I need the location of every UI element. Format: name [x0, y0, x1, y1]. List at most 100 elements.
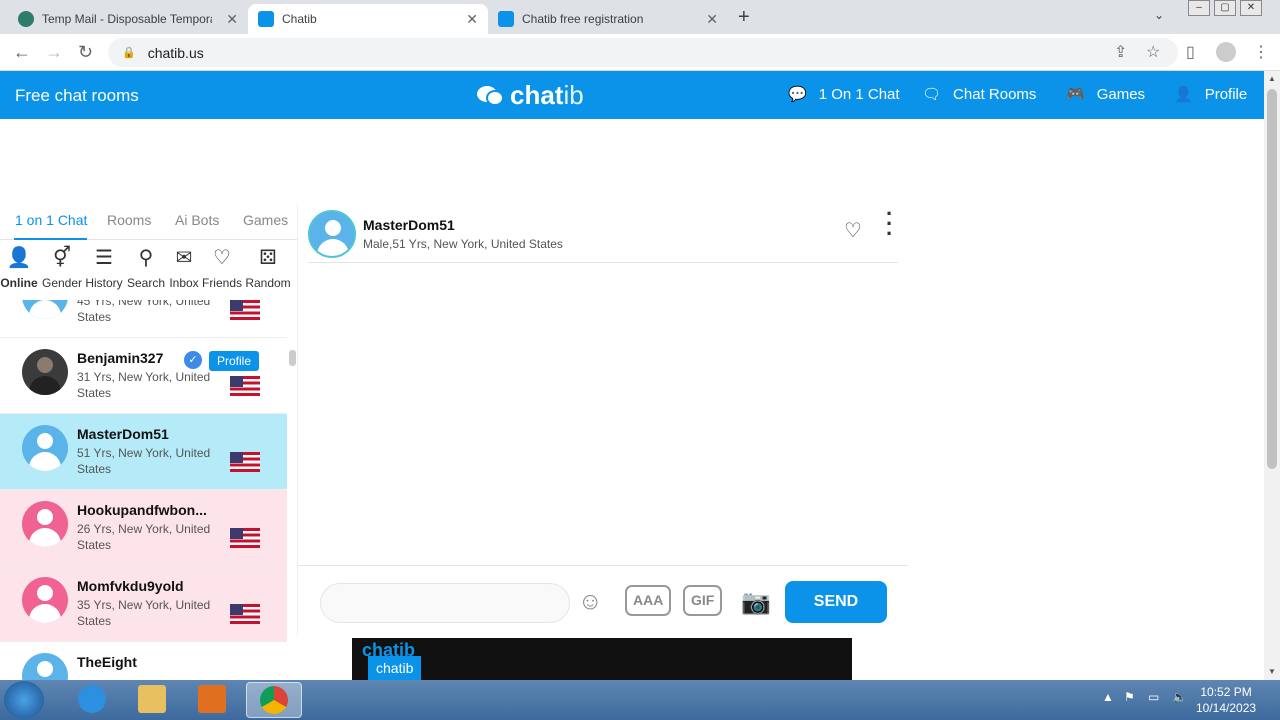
reload-icon[interactable]: ↻	[78, 42, 93, 63]
message-input[interactable]	[320, 583, 570, 623]
history-button[interactable]: ☰ History	[84, 244, 124, 290]
online-filter-button[interactable]: 👤 Online	[0, 244, 38, 290]
user-list-scroll-thumb[interactable]	[289, 350, 296, 366]
nav-one-on-one-chat[interactable]: 💬 1 On 1 Chat	[788, 85, 900, 104]
scroll-down-arrow-icon[interactable]: ▼	[1268, 667, 1276, 676]
gender-icon: ⚥	[52, 247, 72, 269]
inbox-button[interactable]: ✉ Inbox	[168, 244, 200, 290]
internet-explorer-taskbar-button[interactable]	[64, 682, 120, 718]
gif-button[interactable]: GIF	[683, 585, 723, 616]
list-item[interactable]: 45 Yrs, New York, United States	[0, 300, 287, 338]
online-user-icon: 👤	[6, 247, 32, 269]
explorer-taskbar-button[interactable]	[124, 682, 180, 718]
send-button[interactable]: SEND	[785, 581, 887, 623]
user-list-scrollbar[interactable]	[288, 300, 297, 680]
windows-taskbar: ▲ ⚑ ▭ 🔈 10:52 PM 10/14/2023	[0, 680, 1280, 720]
close-window-button[interactable]: ✕	[1240, 0, 1262, 16]
list-item[interactable]: TheEight	[0, 642, 287, 680]
volume-muted-icon[interactable]: 🔈	[1172, 690, 1187, 704]
list-item[interactable]: Momfvkdu9yold 35 Yrs, New York, United S…	[0, 566, 287, 642]
chatib-favicon-icon	[498, 11, 514, 27]
us-flag-icon	[230, 528, 260, 548]
show-hidden-icons[interactable]: ▲	[1102, 690, 1114, 704]
gamepad-icon: 🎮	[1066, 86, 1085, 103]
ie-icon	[78, 685, 106, 713]
user-icon: 👤	[1174, 86, 1193, 103]
scroll-up-arrow-icon[interactable]: ▲	[1268, 74, 1276, 83]
nav-chat-rooms[interactable]: 🗨 Chat Rooms	[922, 85, 1036, 104]
tab-rooms[interactable]: Rooms	[107, 212, 151, 228]
emoji-icon[interactable]: ☺	[578, 588, 603, 616]
page-scroll-thumb[interactable]	[1267, 89, 1277, 469]
browser-tab-chatib[interactable]: Chatib ✕	[248, 4, 488, 34]
side-panel-icon[interactable]: ▯	[1186, 42, 1195, 62]
bookmark-star-icon[interactable]: ☆	[1146, 42, 1160, 62]
mail-icon: ✉	[175, 247, 193, 269]
view-profile-button[interactable]: Profile	[209, 351, 260, 371]
avatar	[22, 425, 68, 471]
random-button[interactable]: ⚄ Random	[244, 244, 292, 290]
avatar[interactable]	[308, 210, 356, 258]
close-tab-icon[interactable]: ✕	[226, 11, 238, 28]
camera-icon[interactable]: 📷	[741, 588, 771, 617]
network-icon[interactable]: ▭	[1148, 690, 1159, 704]
avatar	[22, 501, 68, 547]
chat-panel: MasterDom51 Male,51 Yrs, New York, Unite…	[297, 203, 908, 635]
address-bar: ← → ↻ 🔒 chatib.us ⇪ ☆ ▯ ⋮	[0, 34, 1280, 71]
list-item-selected[interactable]: MasterDom51 51 Yrs, New York, United Sta…	[0, 414, 287, 490]
url-field[interactable]: 🔒 chatib.us	[108, 38, 1178, 67]
chat-bubbles-logo-icon	[477, 85, 504, 106]
profile-avatar-icon[interactable]	[1216, 42, 1236, 62]
minimize-button[interactable]: –	[1188, 0, 1210, 16]
friends-button[interactable]: ♡ Friends	[201, 244, 243, 290]
chat-partner-info: Male,51 Yrs, New York, United States	[363, 237, 563, 251]
system-clock[interactable]: 10:52 PM 10/14/2023	[1196, 684, 1256, 716]
add-friend-heart-icon[interactable]: ♡	[844, 218, 862, 243]
list-item[interactable]: Hookupandfwbon... 26 Yrs, New York, Unit…	[0, 490, 287, 566]
media-player-taskbar-button[interactable]	[184, 682, 240, 718]
online-user-list[interactable]: 45 Yrs, New York, United States Benjamin…	[0, 300, 287, 680]
tab-search-chevron-icon[interactable]: ⌄	[1154, 8, 1164, 22]
gender-filter-button[interactable]: ⚥ Gender	[41, 244, 83, 290]
more-options-icon[interactable]: · · ·	[886, 203, 893, 245]
close-tab-icon[interactable]: ✕	[706, 11, 718, 28]
dice-icon: ⚄	[259, 247, 277, 269]
video-ad[interactable]: chatib chatib	[352, 638, 852, 680]
tab-ai-bots[interactable]: Ai Bots	[175, 212, 219, 228]
chrome-taskbar-button[interactable]	[246, 682, 302, 718]
browser-menu-icon[interactable]: ⋮	[1253, 42, 1269, 62]
us-flag-icon	[230, 376, 260, 396]
close-tab-icon[interactable]: ✕	[466, 11, 478, 28]
page-scrollbar[interactable]: ▲ ▼	[1264, 71, 1280, 680]
avatar	[22, 349, 68, 395]
media-player-icon	[198, 685, 226, 713]
chat-bubble-icon: 💬	[788, 86, 807, 103]
nav-games[interactable]: 🎮 Games	[1066, 85, 1145, 104]
browser-tab-tempmail[interactable]: Temp Mail - Disposable Tempora ✕	[8, 4, 248, 34]
search-icon: ⚲	[138, 247, 154, 269]
new-tab-button[interactable]: +	[738, 6, 750, 29]
action-center-flag-icon[interactable]: ⚑	[1124, 690, 1135, 704]
list-item[interactable]: Benjamin327 ✓ Profile 31 Yrs, New York, …	[0, 338, 287, 414]
tab-one-on-one-chat[interactable]: 1 on 1 Chat	[15, 212, 87, 228]
tempmail-favicon-icon	[18, 11, 34, 27]
nav-profile[interactable]: 👤 Profile	[1174, 85, 1247, 104]
folder-icon	[138, 685, 166, 713]
chrome-icon	[260, 686, 288, 714]
tab-games[interactable]: Games	[243, 212, 288, 228]
text-style-button[interactable]: AAA	[625, 585, 672, 616]
start-button[interactable]	[4, 681, 44, 719]
share-icon[interactable]: ⇪	[1114, 42, 1127, 62]
back-icon[interactable]: ←	[13, 42, 31, 63]
chat-header: MasterDom51 Male,51 Yrs, New York, Unite…	[308, 203, 898, 263]
maximize-button[interactable]: ▢	[1214, 0, 1236, 16]
window-controls: – ▢ ✕	[1188, 0, 1262, 16]
chat-partner-name[interactable]: MasterDom51	[363, 217, 455, 233]
chatib-favicon-icon	[258, 11, 274, 27]
search-button[interactable]: ⚲ Search	[126, 244, 166, 290]
free-chat-rooms-link[interactable]: Free chat rooms	[15, 86, 139, 106]
browser-tab-registration[interactable]: Chatib free registration ✕	[488, 4, 728, 34]
forward-icon[interactable]: →	[45, 42, 63, 63]
list-icon: ☰	[95, 247, 113, 269]
chatib-logo[interactable]: chat ib	[476, 80, 584, 111]
